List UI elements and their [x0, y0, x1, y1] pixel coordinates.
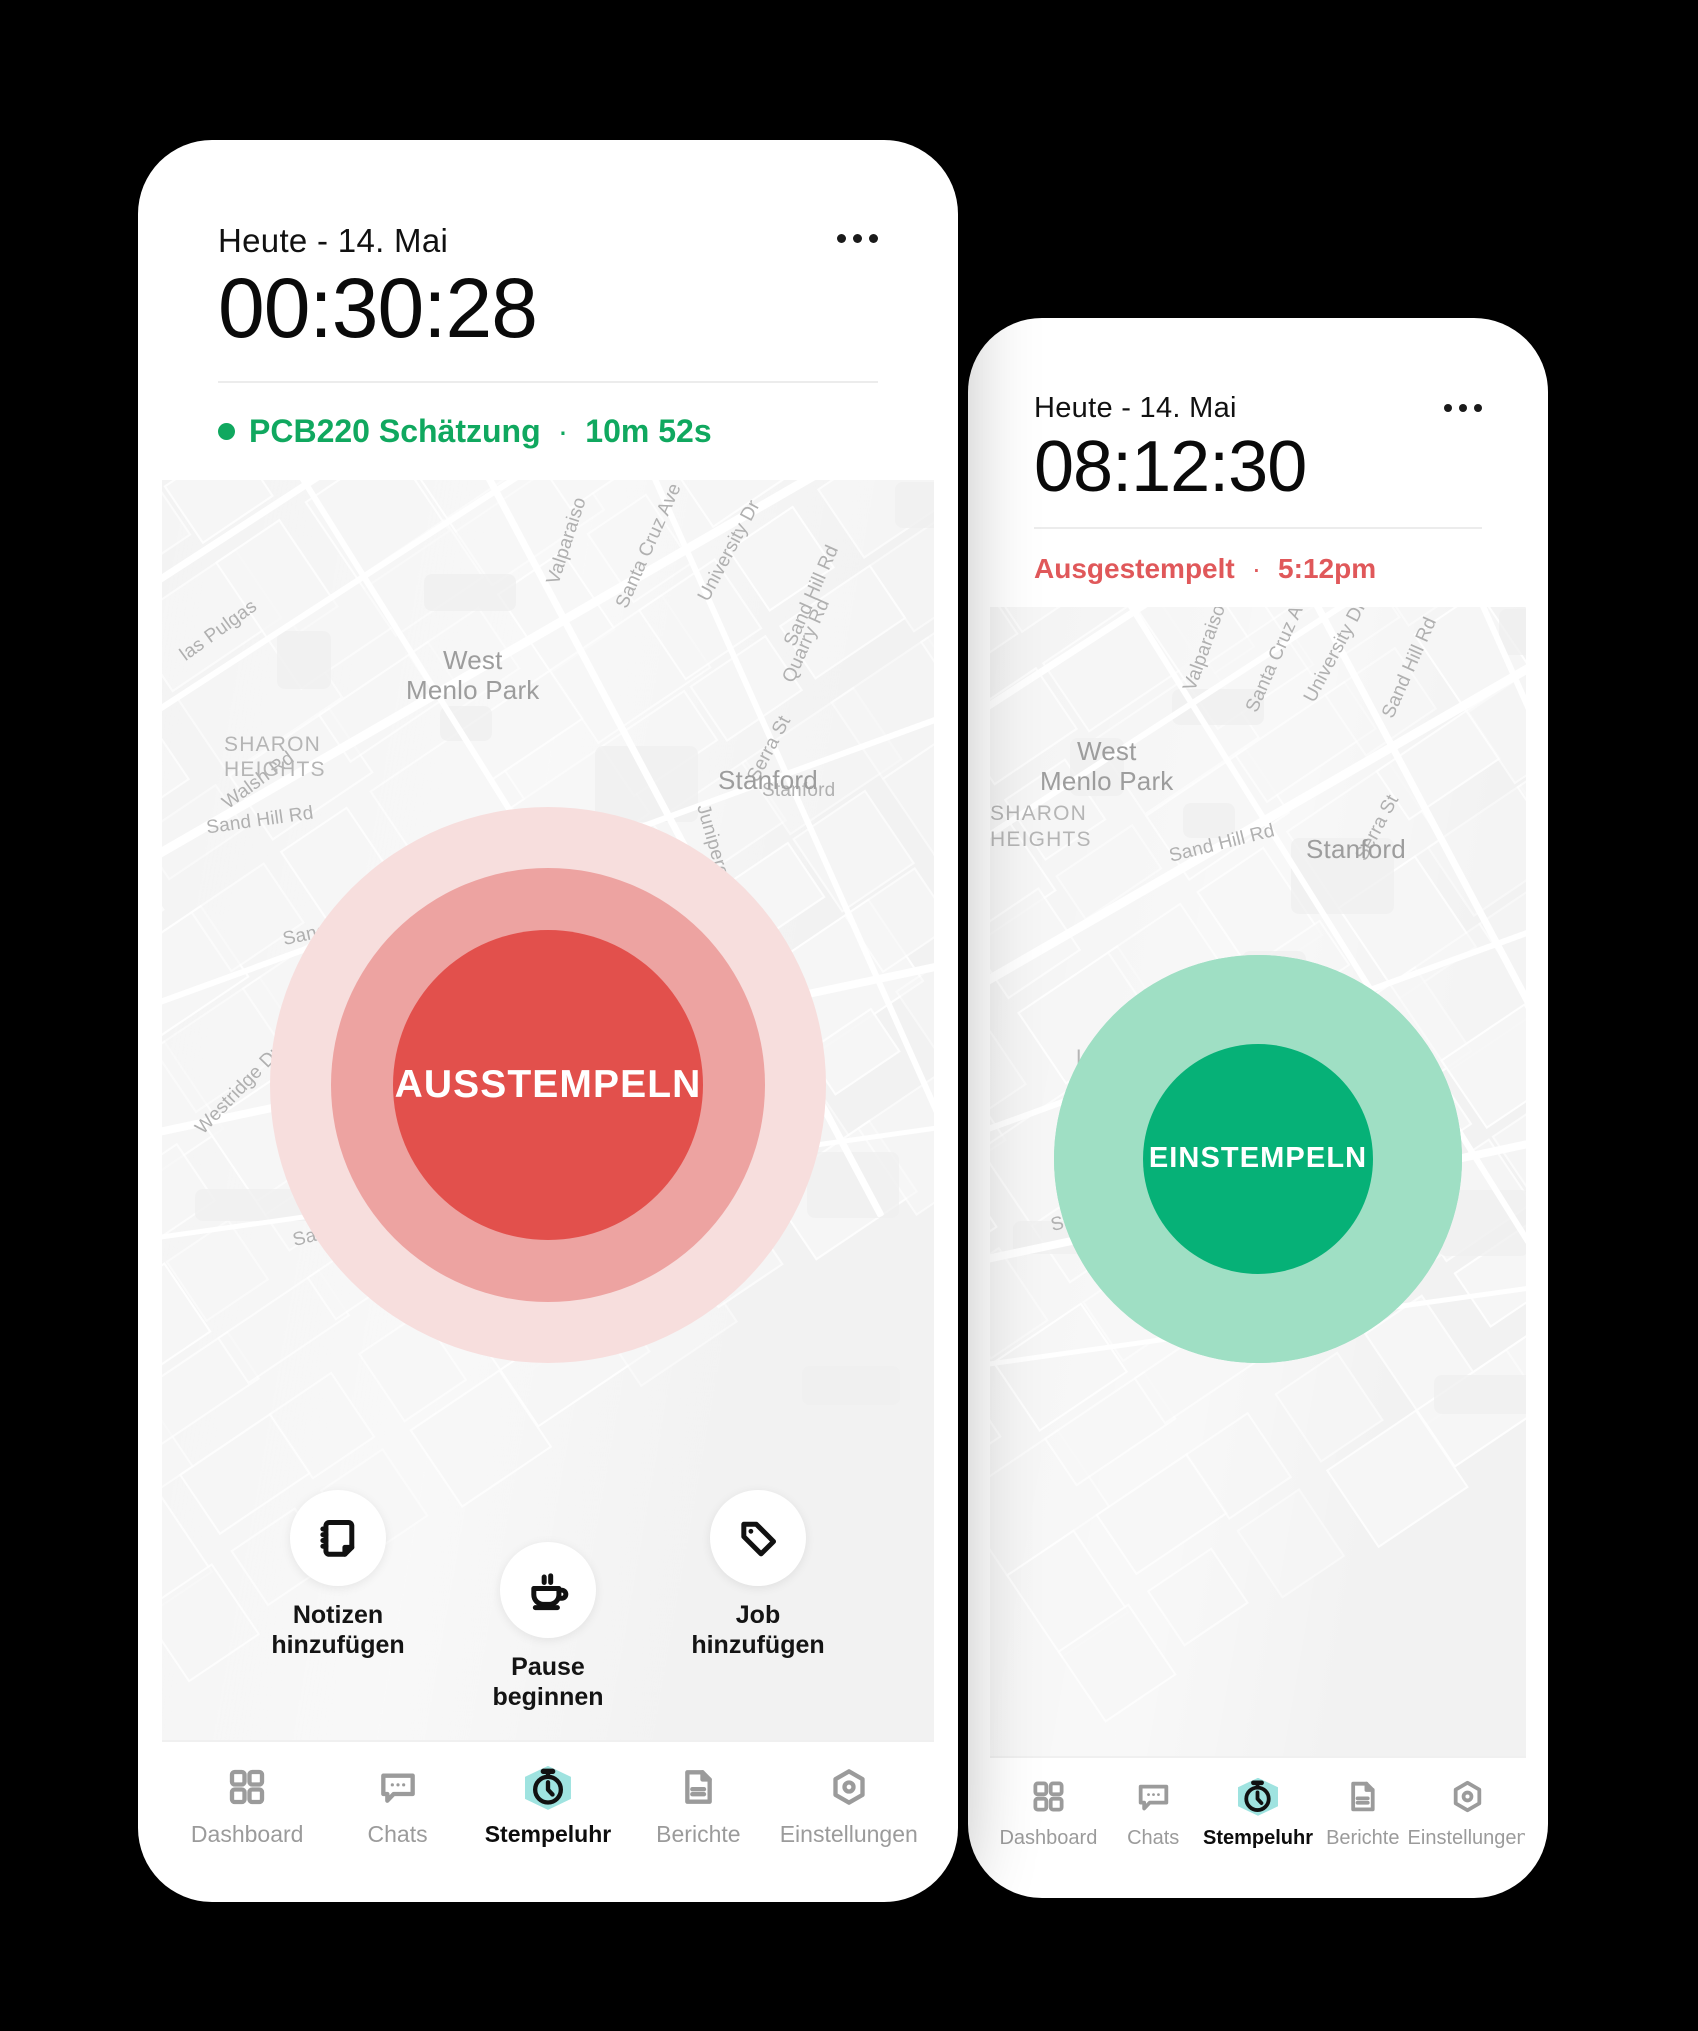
status-row-front[interactable]: PCB220 Schätzung · 10m 52s	[218, 383, 878, 480]
quick-action-notepad[interactable]: Notizen hinzufügen	[233, 1490, 443, 1660]
tab-label: Berichte	[1326, 1827, 1400, 1849]
elapsed-timer-back: 08:12:30	[1034, 427, 1307, 507]
map-label: West Menlo Park	[1040, 736, 1174, 797]
bottom-tabbar-back: Dashboard Chats Stempeluhr Berichte Einstell…	[990, 1756, 1526, 1876]
timer-header-back: Heute - 14. Mai 08:12:30 Ausgestempelt ·…	[990, 340, 1526, 608]
map-label: Stanford	[718, 765, 818, 796]
status-dot-icon	[218, 423, 235, 441]
phone-mockup-clocked-in: Heute - 14. Mai 00:30:28 PCB220 Schätzun…	[138, 140, 958, 1902]
chat-icon	[1136, 1776, 1171, 1816]
status-separator: ·	[557, 413, 569, 450]
gear-hex-icon	[829, 1764, 869, 1810]
status-time-label: 5:12pm	[1278, 553, 1377, 585]
map-landuse-patch	[801, 1366, 901, 1405]
screenshot-stage: Heute - 14. Mai 08:12:30 Ausgestempelt ·…	[0, 0, 1698, 2031]
tab-label: Chats	[1127, 1827, 1180, 1849]
map-landuse-patch	[1434, 1375, 1526, 1414]
tab-stempeluhr[interactable]: Stempeluhr	[473, 1764, 623, 1848]
notepad-icon	[290, 1490, 386, 1586]
quick-action-label: Pause beginnen	[492, 1653, 604, 1711]
coffee-cup-icon	[500, 1542, 596, 1638]
bottom-tabbar-front: Dashboard Chats Stempeluhr Berichte Einstell…	[162, 1740, 934, 1878]
gear-hex-icon	[1450, 1776, 1485, 1816]
timer-header-front: Heute - 14. Mai 00:30:28 PCB220 Schätzun…	[162, 164, 934, 481]
map-landuse-patch	[276, 630, 332, 689]
map-label: SHARON HEIGHTS	[224, 733, 326, 782]
map-landuse-patch	[424, 574, 517, 611]
document-icon	[1345, 1776, 1380, 1816]
stopwatch-icon	[1237, 1776, 1278, 1816]
tab-einstellungen[interactable]: Einstellungen	[774, 1764, 924, 1848]
phone-screen-front: Heute - 14. Mai 00:30:28 PCB220 Schätzun…	[162, 164, 934, 1878]
status-separator: ·	[1251, 553, 1262, 585]
status-duration-label: 10m 52s	[585, 413, 712, 450]
tab-label: Stempeluhr	[1202, 1827, 1314, 1849]
tab-berichte[interactable]: Berichte	[623, 1764, 773, 1848]
tab-chats[interactable]: Chats	[322, 1764, 472, 1848]
phone-mockup-clocked-out: Heute - 14. Mai 08:12:30 Ausgestempelt ·…	[968, 318, 1548, 1898]
clock-in-button[interactable]: EINSTEMPELN	[1143, 1043, 1373, 1274]
tab-label: Dashboard	[190, 1821, 304, 1847]
clock-out-button[interactable]: AUSSTEMPELN	[393, 929, 703, 1240]
tab-dashboard[interactable]: Dashboard	[172, 1764, 322, 1848]
grid-icon	[1031, 1776, 1066, 1816]
stopwatch-icon	[524, 1764, 571, 1810]
grid-icon	[227, 1764, 267, 1810]
quick-action-label: Notizen hinzufügen	[271, 1601, 405, 1659]
status-row-back: Ausgestempelt · 5:12pm	[1034, 529, 1482, 607]
overflow-menu-icon[interactable]	[1444, 404, 1482, 412]
elapsed-timer-front: 00:30:28	[218, 261, 538, 355]
status-job-label: PCB220 Schätzung	[249, 413, 541, 450]
map-landuse-patch	[895, 481, 934, 528]
header-date-front: Heute - 14. Mai	[218, 222, 449, 259]
document-icon	[678, 1764, 718, 1810]
tab-label: Einstellungen	[779, 1821, 918, 1847]
chat-icon	[378, 1764, 418, 1810]
tab-label: Chats	[367, 1821, 428, 1847]
tab-chats[interactable]: Chats	[1101, 1776, 1206, 1850]
phone-screen-back: Heute - 14. Mai 08:12:30 Ausgestempelt ·…	[990, 340, 1526, 1876]
header-date-back: Heute - 14. Mai	[1034, 392, 1237, 424]
tab-berichte[interactable]: Berichte	[1310, 1776, 1415, 1850]
tab-label: Berichte	[656, 1821, 741, 1847]
map-label: SHARON HEIGHTS	[990, 802, 1092, 851]
tab-label: Dashboard	[999, 1827, 1098, 1849]
tag-icon	[710, 1490, 806, 1586]
tab-einstellungen[interactable]: Einstellungen	[1408, 1776, 1526, 1850]
map-label: Stanford	[1306, 834, 1406, 865]
tab-label: Stempeluhr	[484, 1821, 612, 1847]
tab-stempeluhr[interactable]: Stempeluhr	[1202, 1776, 1314, 1850]
map-label: West Menlo Park	[406, 645, 540, 705]
overflow-menu-icon[interactable]	[837, 234, 878, 243]
map-view-back[interactable]: Valparaiso Santa Cruz Ave University Dr San…	[990, 607, 1526, 1756]
status-state-label: Ausgestempelt	[1034, 553, 1235, 585]
tab-dashboard[interactable]: Dashboard	[996, 1776, 1101, 1850]
quick-actions-row: Notizen hinzufügen Pause beginnen Job hinz…	[162, 1490, 934, 1712]
tab-label: Einstellungen	[1407, 1827, 1526, 1849]
quick-action-label: Job hinzufügen	[691, 1601, 825, 1659]
quick-action-tag[interactable]: Job hinzufügen	[653, 1490, 863, 1660]
quick-action-coffee-cup[interactable]: Pause beginnen	[443, 1542, 653, 1712]
map-view-front[interactable]: las Pulgas Walsh Rd Valparaiso Santa Cruz A…	[162, 480, 934, 1740]
